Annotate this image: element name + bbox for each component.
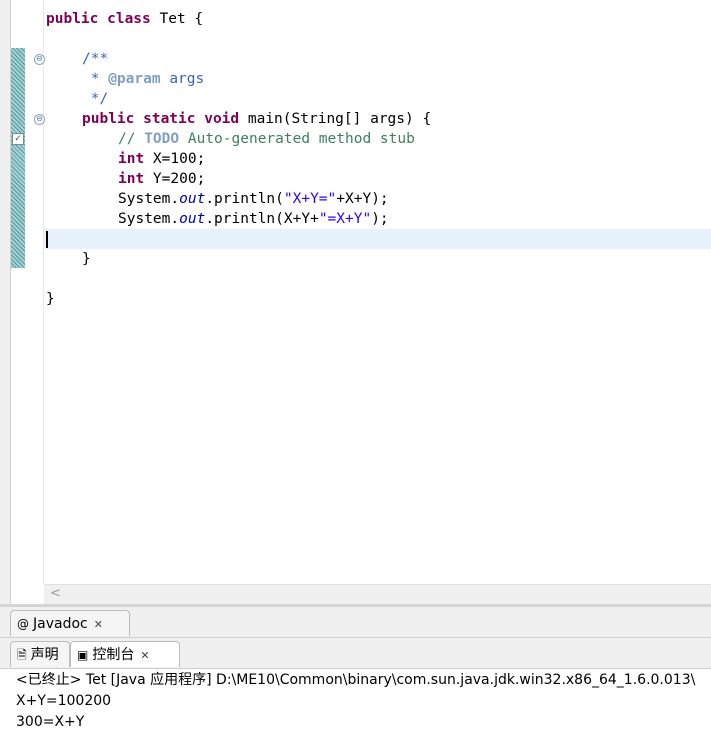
text-caret <box>46 230 48 248</box>
code-line-todo-comment: // TODO Auto-generated method stub <box>118 131 415 147</box>
code-line-javadoc-open: /** <box>82 51 109 67</box>
code-line-println-1: System.out.println("X+Y="+X+Y); <box>118 191 389 207</box>
tab-console-label: 控制台 <box>92 647 135 663</box>
javadoc-view-tabbar: @ Javadoc ✕ <box>0 607 711 638</box>
code-line-main-decl: public static void main(String[] args) { <box>82 111 432 127</box>
console-output-line: 300=X+Y <box>16 714 85 730</box>
task-marker-icon[interactable]: ✓ <box>12 133 24 145</box>
editor-gutter <box>26 0 44 584</box>
code-line-javadoc-close: */ <box>82 91 109 107</box>
code-line-int-y: int Y=200; <box>118 171 206 187</box>
javadoc-icon: @ <box>17 617 29 631</box>
tab-javadoc-label: Javadoc <box>33 616 88 632</box>
code-line-class-decl: public class Tet { <box>46 11 204 27</box>
console-icon: ▣ <box>77 648 89 662</box>
scroll-left-icon[interactable]: < <box>50 586 61 601</box>
console-output[interactable]: <已终止> Tet [Java 应用程序] D:\ME10\Common\bin… <box>0 669 711 739</box>
horizontal-scrollbar[interactable]: < <box>44 584 711 605</box>
code-line-int-x: int X=100; <box>118 151 206 167</box>
tab-javadoc[interactable]: @ Javadoc ✕ <box>10 610 130 636</box>
current-line-highlight <box>44 229 711 249</box>
java-editor[interactable]: ✓ ⊖ ⊖ public class Tet { /** * @param ar… <box>0 0 711 606</box>
declaration-icon: 🗎 <box>17 648 27 662</box>
close-icon[interactable]: ✕ <box>140 649 149 662</box>
console-view-tabbar: 🗎 声明 ▣ 控制台 ✕ <box>0 638 711 669</box>
tab-console[interactable]: ▣ 控制台 ✕ <box>70 641 180 667</box>
console-output-line: X+Y=100200 <box>16 693 112 709</box>
tab-declaration-label: 声明 <box>30 647 59 663</box>
quick-diff-ruler <box>11 48 25 268</box>
editor-left-border <box>0 0 11 606</box>
close-icon[interactable]: ✕ <box>94 618 103 631</box>
code-line-class-close: } <box>46 291 55 307</box>
code-area[interactable]: public class Tet { /** * @param args */ … <box>44 0 711 584</box>
code-line-println-2: System.out.println(X+Y+"=X+Y"); <box>118 211 389 227</box>
code-line-method-close: } <box>82 251 91 267</box>
console-status-line: <已终止> Tet [Java 应用程序] D:\ME10\Common\bin… <box>16 672 696 688</box>
tab-declaration[interactable]: 🗎 声明 <box>10 641 70 667</box>
code-line-javadoc-param: * @param args <box>82 71 205 87</box>
